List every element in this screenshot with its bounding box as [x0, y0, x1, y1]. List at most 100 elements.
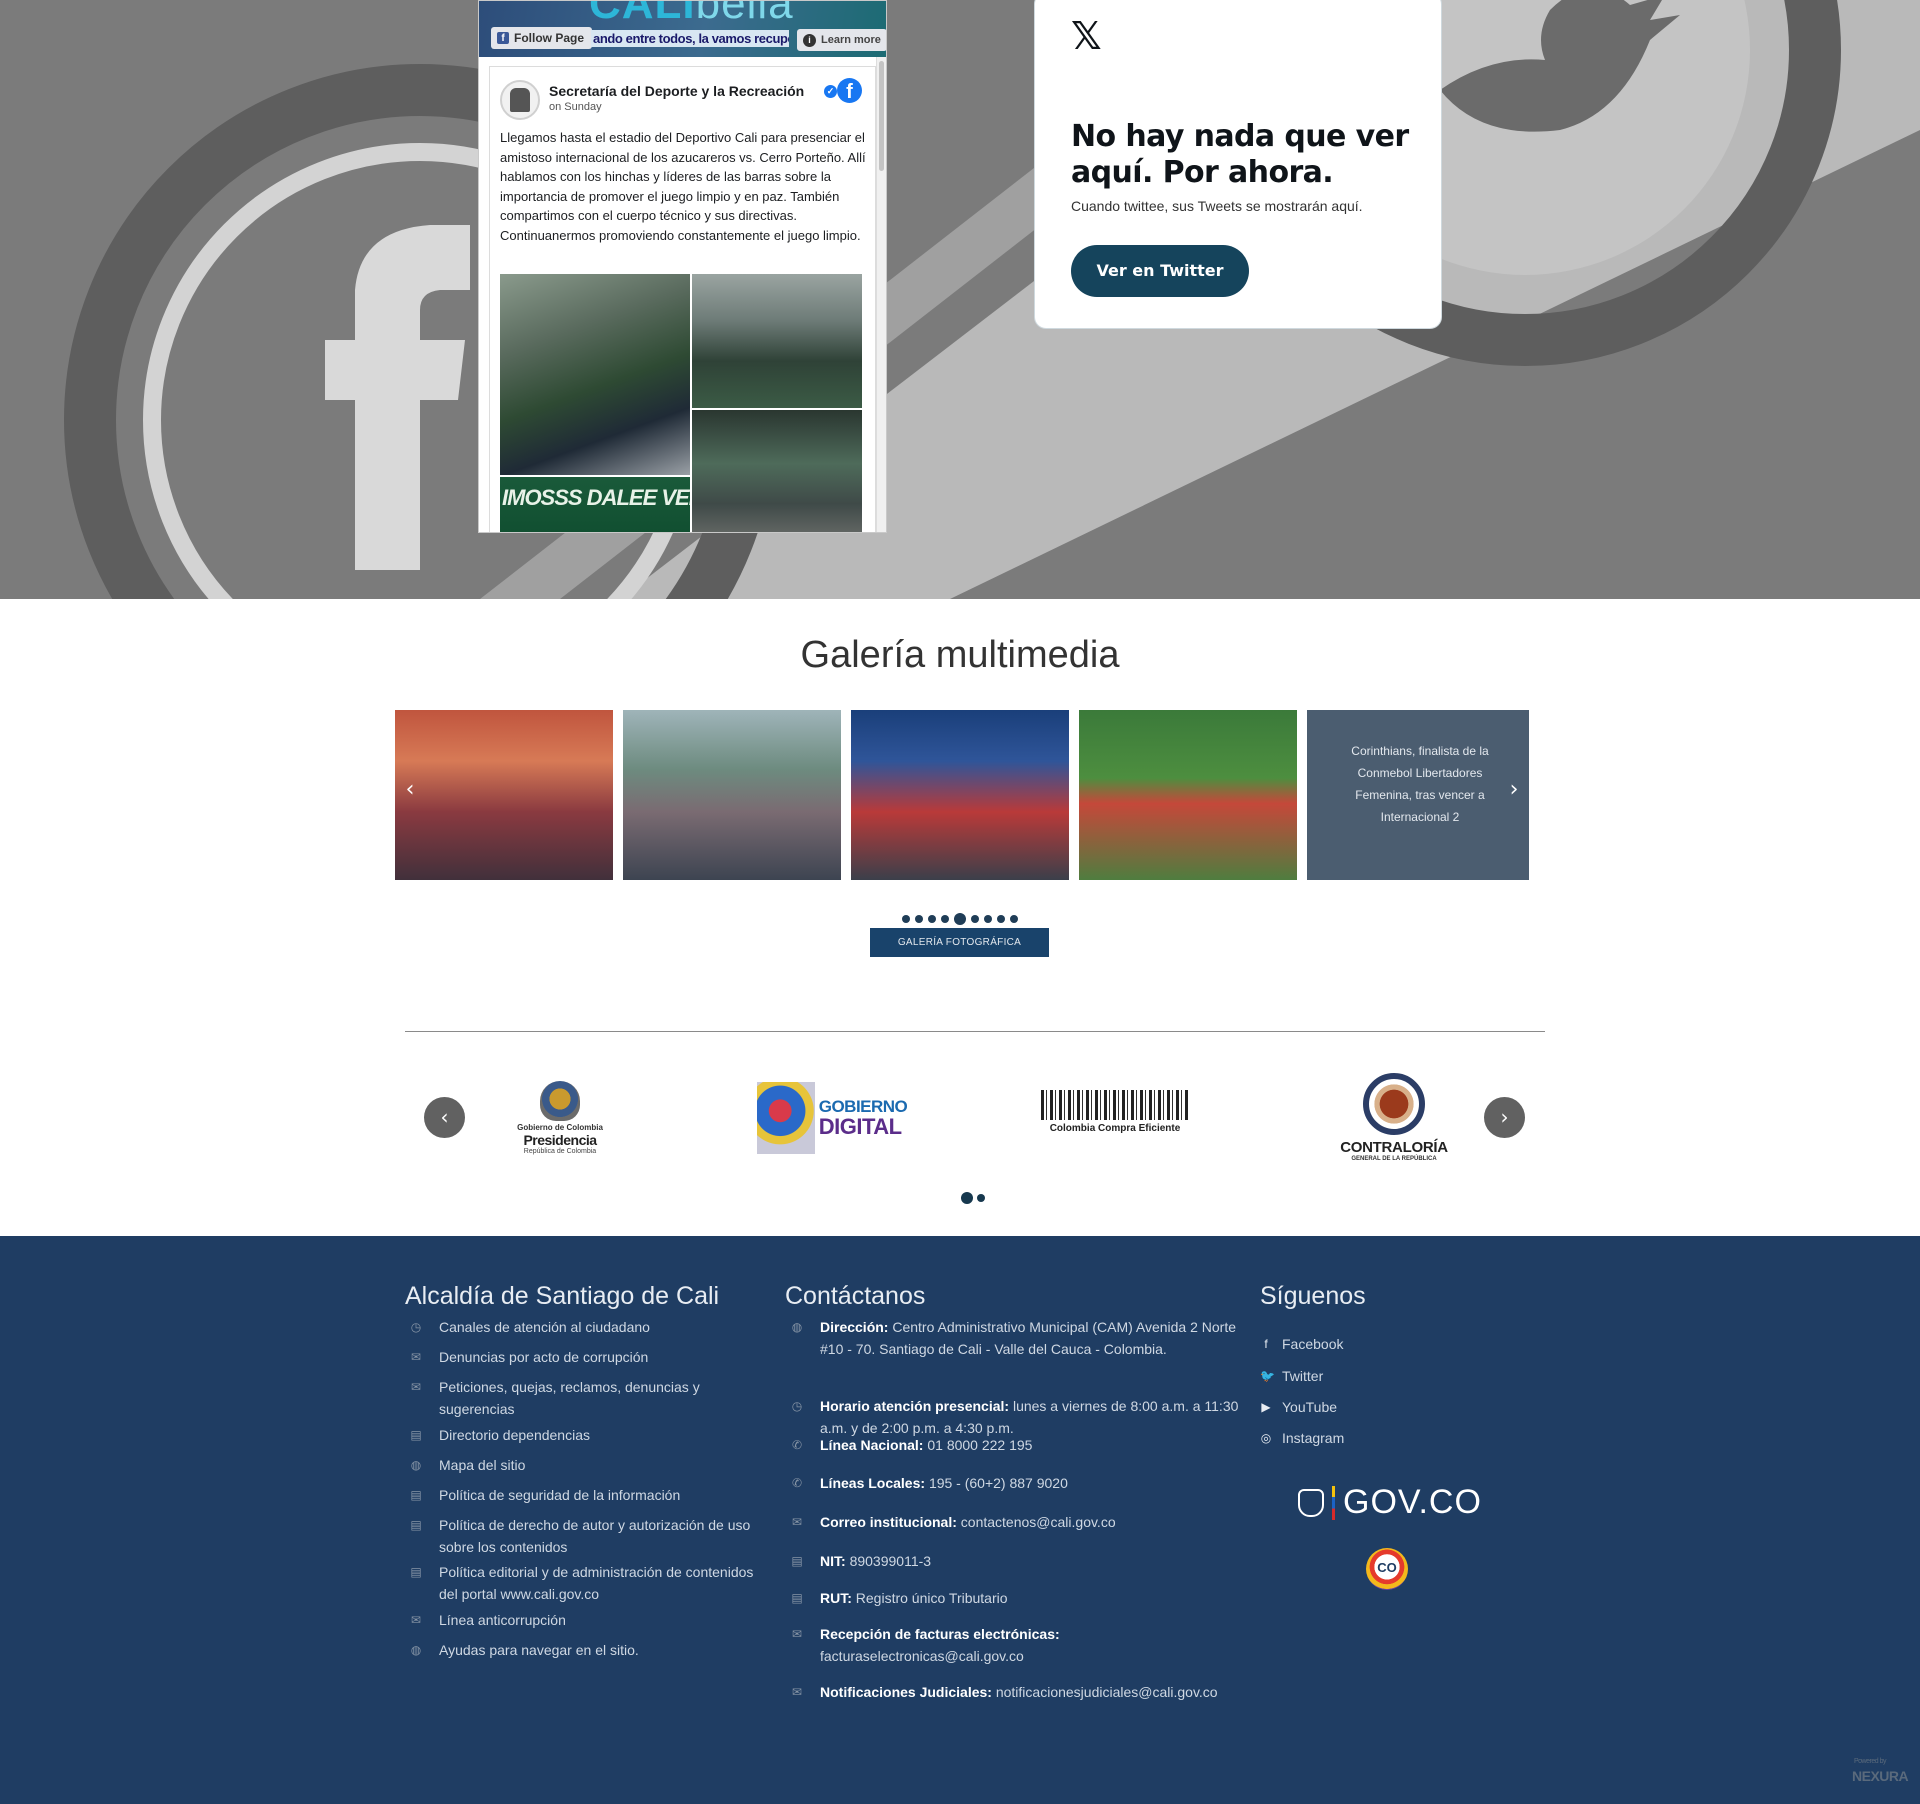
verified-icon: ✓	[824, 85, 837, 98]
contraloria-seal-icon	[1363, 1072, 1425, 1135]
contact-item: ▤ NIT: 890399011-3	[791, 1553, 932, 1569]
x-logo-icon: 𝕏	[1071, 14, 1102, 58]
gallery-item[interactable]	[1079, 710, 1297, 880]
link-icon: ✉	[410, 1613, 422, 1627]
avatar[interactable]	[500, 80, 540, 120]
social-background	[64, 0, 1920, 599]
pagination-dot[interactable]	[954, 913, 966, 925]
youtube-icon: ▶	[1261, 1400, 1271, 1414]
barcode-icon	[1041, 1090, 1189, 1120]
contact-item: ✉ Correo institucional: contactenos@cali.…	[791, 1514, 1116, 1530]
gallery-title: Galería multimedia	[800, 634, 1120, 676]
logo-colombia-compra-eficiente[interactable]: Colombia Compra Eficiente	[1040, 1088, 1190, 1136]
link-icon: ✉	[410, 1380, 422, 1394]
contact-item: ✉ Recepción de facturas electrónicas: fac…	[791, 1626, 1060, 1664]
contact-item: ◍ Dirección: Centro Administrativo Munici…	[791, 1319, 1237, 1357]
contact-icon: ✉	[791, 1515, 803, 1529]
page-name-link[interactable]: Secretaría del Deporte y la Recreación	[549, 83, 804, 99]
facebook-logo-icon[interactable]: f	[837, 78, 862, 103]
footer-link[interactable]: ✉ Línea anticorrupción	[409, 1609, 759, 1631]
pagination-dot[interactable]	[971, 915, 979, 923]
footer-link[interactable]: ▤ Política editorial y de administración …	[409, 1561, 759, 1605]
instagram-icon: ◎	[1260, 1431, 1272, 1445]
pagination-dot[interactable]	[928, 915, 936, 923]
logos-prev-button[interactable]: ‹	[424, 1097, 465, 1138]
footer-link[interactable]: ✉ Peticiones, quejas, reclamos, denuncias…	[409, 1376, 759, 1420]
social-section: CALIbella f Follow Page ando entre todos…	[0, 0, 1920, 599]
co-colombia-badge[interactable]: CO	[1366, 1548, 1408, 1590]
footer-link[interactable]: ◷ Canales de atención al ciudadano	[409, 1316, 759, 1338]
gallery-caption: Corinthians, finalista de la Conmebol Li…	[1351, 744, 1489, 824]
link-icon: ◍	[410, 1458, 422, 1472]
contact-item: ✆ Líneas Locales: 195 - (60+2) 887 9020	[791, 1475, 1068, 1491]
gallery-item[interactable]	[623, 710, 841, 880]
contact-item: ◷ Horario atención presencial: lunes a vi…	[791, 1398, 1239, 1436]
post-text: Llegamos hasta el estadio del Deportivo …	[500, 130, 866, 243]
follow-page-button[interactable]: f Follow Page	[491, 27, 593, 49]
shield-icon	[1298, 1488, 1324, 1517]
footer-col-title: Alcaldía de Santiago de Cali	[405, 1282, 720, 1310]
facebook-cover: CALIbella f Follow Page ando entre todos…	[479, 0, 886, 57]
facebook-icon	[325, 225, 470, 570]
gallery-item[interactable]: Corinthians, finalista de la Conmebol Li…	[1307, 710, 1529, 880]
footer-link[interactable]: ◍ Ayudas para navegar en el sitio.	[409, 1639, 759, 1661]
govco-logo[interactable]: GOV.CO	[1298, 1483, 1482, 1522]
social-link-instagram[interactable]: ◎ Instagram	[1260, 1430, 1345, 1446]
footer-col-title: Contáctanos	[785, 1282, 926, 1310]
view-on-twitter-button[interactable]: Ver en Twitter	[1071, 245, 1249, 297]
pagination-dot[interactable]	[915, 915, 923, 923]
link-icon: ▤	[410, 1488, 422, 1502]
empty-timeline-title: No hay nada que ver aquí. Por ahora.	[1071, 119, 1409, 190]
post-photo[interactable]	[692, 410, 862, 532]
cover-tagline: ando entre todos, la vamos recuperar	[591, 30, 789, 47]
gallery-carousel: Corinthians, finalista de la Conmebol Li…	[395, 710, 1530, 881]
footer-link[interactable]: ◍ Mapa del sitio	[409, 1454, 759, 1476]
gallery-prev-button[interactable]: ‹	[395, 770, 425, 810]
post-photo[interactable]: IMOSSS DALEE VERDE!	[500, 477, 690, 532]
gallery-item[interactable]	[395, 710, 613, 880]
contact-icon: ▤	[791, 1554, 803, 1568]
pagination-dot[interactable]	[984, 915, 992, 923]
pagination-dot[interactable]	[997, 915, 1005, 923]
footer-link[interactable]: ▤ Política de derecho de autor y autoriza…	[409, 1514, 759, 1558]
facebook-post: Secretaría del Deporte y la Recreación ✓…	[489, 66, 876, 532]
pagination-dot[interactable]	[977, 1194, 985, 1202]
post-time[interactable]: on Sunday	[549, 101, 602, 113]
link-icon: ◍	[410, 1643, 422, 1657]
facebook-page-widget: CALIbella f Follow Page ando entre todos…	[478, 0, 887, 533]
scrollbar-thumb[interactable]	[879, 61, 884, 171]
learn-more-button[interactable]: i Learn more	[797, 29, 886, 51]
photo-gallery-button[interactable]: GALERÍA FOTOGRÁFICA	[870, 928, 1049, 957]
pagination-dot[interactable]	[1010, 915, 1018, 923]
link-icon: ▤	[410, 1518, 422, 1532]
contact-item: ▤ RUT: Registro único Tributario	[791, 1590, 1008, 1606]
logo-gobierno-digital[interactable]: GOBIERNO DIGITAL	[749, 1078, 915, 1158]
gallery-next-button[interactable]: ›	[1499, 770, 1529, 810]
footer-link[interactable]: ✉ Denuncias por acto de corrupción	[409, 1346, 759, 1368]
post-photo[interactable]	[692, 274, 862, 408]
logos-next-button[interactable]: ›	[1484, 1097, 1525, 1138]
gallery-pagination	[902, 913, 1018, 925]
contact-icon: ✉	[791, 1685, 803, 1699]
scrollbar[interactable]	[876, 57, 886, 532]
footer: Alcaldía de Santiago de Cali ◷ Canales de…	[0, 1236, 1920, 1804]
twitter-icon: 🐦	[1260, 1369, 1275, 1383]
section-divider	[405, 1031, 1545, 1032]
pagination-dot[interactable]	[961, 1192, 973, 1204]
pagination-dot[interactable]	[941, 915, 949, 923]
footer-link[interactable]: ▤ Política de seguridad de la información	[409, 1484, 759, 1506]
social-link-twitter[interactable]: 🐦 Twitter	[1260, 1368, 1323, 1384]
social-link-youtube[interactable]: ▶ YouTube	[1260, 1399, 1337, 1415]
gallery-item[interactable]	[851, 710, 1069, 880]
twitter-timeline-widget: 𝕏 No hay nada que ver aquí. Por ahora. C…	[1034, 0, 1442, 329]
contact-item: ✆ Línea Nacional: 01 8000 222 195	[791, 1437, 1033, 1453]
cover-logo: CALIbella	[589, 0, 794, 28]
logo-presidencia[interactable]: Gobierno de Colombia Presidencia Repúbli…	[502, 1068, 618, 1168]
pagination-dot[interactable]	[902, 915, 910, 923]
footer-col-title: Síguenos	[1260, 1282, 1366, 1310]
social-link-facebook[interactable]: f Facebook	[1260, 1336, 1343, 1352]
post-photo[interactable]	[500, 274, 690, 475]
nexura-logo[interactable]: Powered by NEXURA	[1852, 1758, 1909, 1784]
footer-link[interactable]: ▤ Directorio dependencias	[409, 1424, 759, 1446]
logo-contraloria[interactable]: CONTRALORÍA GENERAL DE LA REPÚBLICA	[1330, 1064, 1458, 1170]
